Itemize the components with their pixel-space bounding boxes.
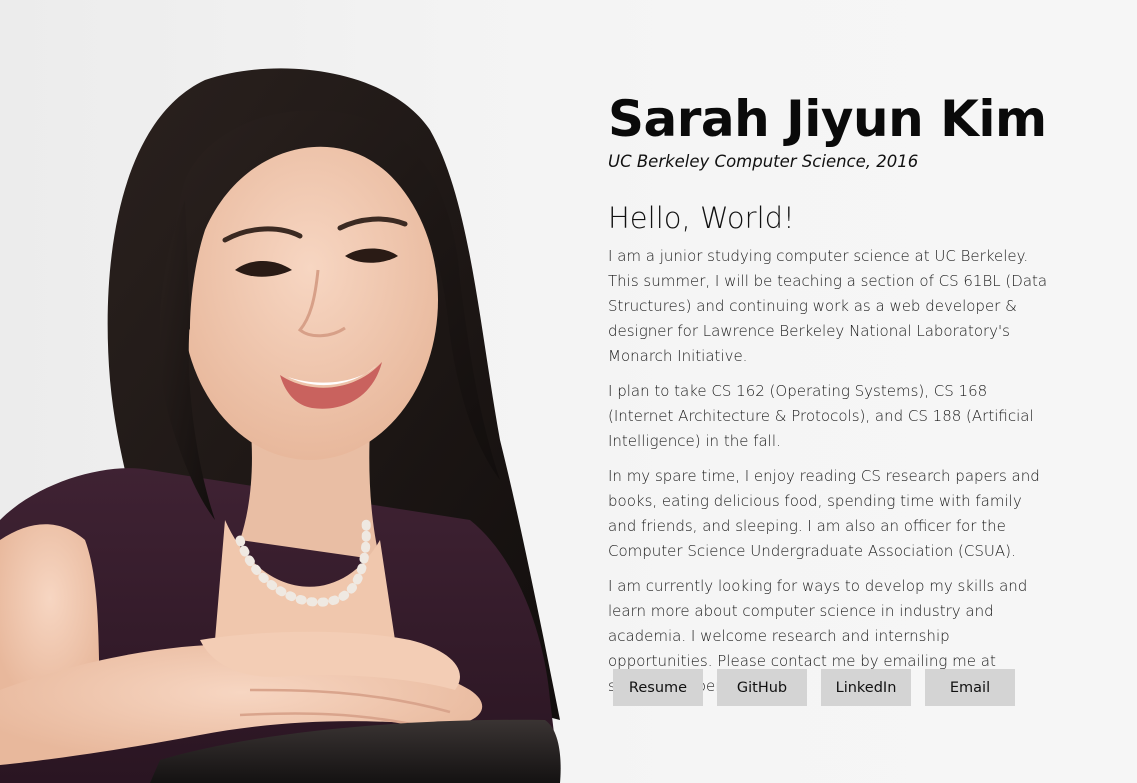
subtitle: UC Berkeley Computer Science, 2016 (608, 152, 919, 171)
profile-photo (0, 68, 561, 783)
link-buttons: Resume GitHub LinkedIn Email (613, 669, 1015, 706)
bio-paragraph: I plan to take CS 162 (Operating Systems… (608, 382, 1034, 450)
page-title: Sarah Jiyun Kim (608, 90, 1047, 148)
bio-paragraph: I am a junior studying computer science … (608, 247, 1048, 365)
email-button[interactable]: Email (925, 669, 1015, 706)
github-button[interactable]: GitHub (717, 669, 807, 706)
resume-button[interactable]: Resume (613, 669, 703, 706)
bio-section: Sarah Jiyun Kim UC Berkeley Computer Sci… (608, 88, 1053, 709)
linkedin-button[interactable]: LinkedIn (821, 669, 911, 706)
bio-paragraph: In my spare time, I enjoy reading CS res… (608, 467, 1040, 560)
greeting-heading: Hello, World! (608, 201, 795, 235)
